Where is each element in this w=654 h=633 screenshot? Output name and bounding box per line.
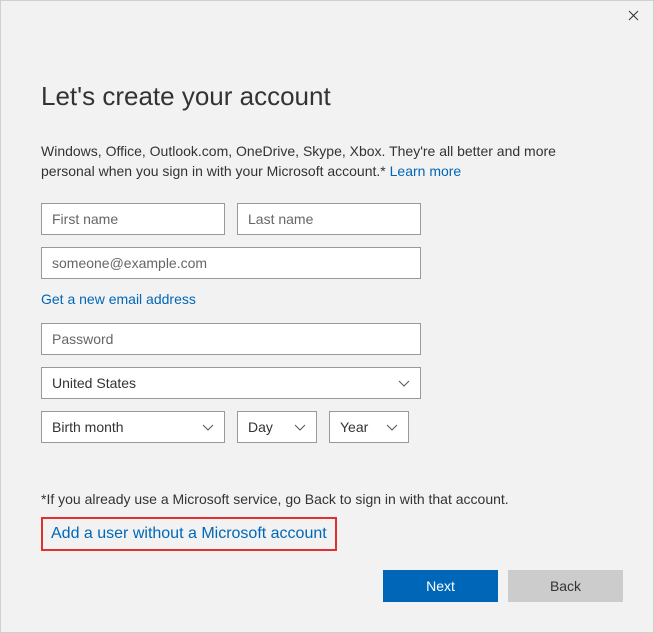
description: Windows, Office, Outlook.com, OneDrive, … — [41, 142, 613, 181]
country-select[interactable]: United States — [41, 367, 421, 399]
first-name-input[interactable] — [41, 203, 225, 235]
get-new-email-link[interactable]: Get a new email address — [41, 291, 613, 307]
back-button[interactable]: Back — [508, 570, 623, 602]
birth-month-value: Birth month — [52, 419, 124, 435]
birth-day-value: Day — [248, 419, 273, 435]
highlight-box: Add a user without a Microsoft account — [41, 517, 337, 551]
chevron-down-icon — [202, 421, 214, 433]
add-user-without-ms-link[interactable]: Add a user without a Microsoft account — [51, 525, 327, 542]
learn-more-link[interactable]: Learn more — [390, 163, 462, 179]
chevron-down-icon — [398, 377, 410, 389]
password-input[interactable] — [41, 323, 421, 355]
birth-day-select[interactable]: Day — [237, 411, 317, 443]
create-account-dialog: Let's create your account Windows, Offic… — [0, 0, 654, 633]
button-row: Next Back — [383, 570, 623, 602]
birth-year-select[interactable]: Year — [329, 411, 409, 443]
country-select-value: United States — [52, 375, 136, 391]
next-button[interactable]: Next — [383, 570, 498, 602]
page-title: Let's create your account — [41, 81, 613, 112]
last-name-input[interactable] — [237, 203, 421, 235]
titlebar — [1, 1, 653, 31]
email-input[interactable] — [41, 247, 421, 279]
footnote-text: *If you already use a Microsoft service,… — [41, 491, 613, 507]
birth-month-select[interactable]: Birth month — [41, 411, 225, 443]
description-text: Windows, Office, Outlook.com, OneDrive, … — [41, 143, 556, 179]
close-icon — [628, 10, 639, 21]
content-area: Let's create your account Windows, Offic… — [1, 31, 653, 551]
birth-year-value: Year — [340, 419, 368, 435]
chevron-down-icon — [386, 421, 398, 433]
chevron-down-icon — [294, 421, 306, 433]
close-button[interactable] — [613, 1, 653, 29]
